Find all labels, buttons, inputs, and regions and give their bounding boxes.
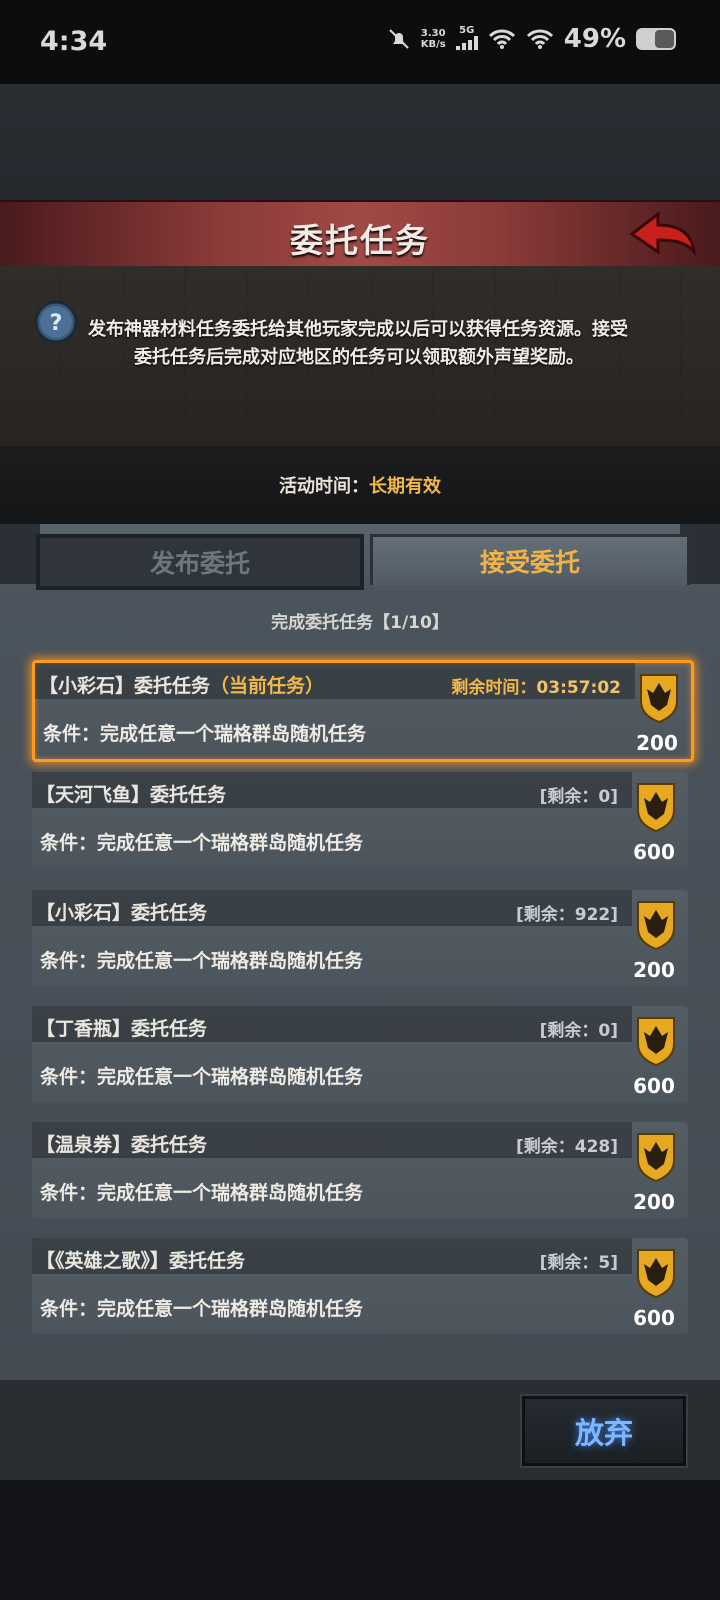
task-name: 【《英雄之歌》】委托任务 (36, 1246, 245, 1273)
reputation-crest-icon (637, 1017, 675, 1066)
net-speed: 3.30 KB/s (421, 28, 446, 50)
task-reward: 200 (633, 958, 675, 982)
task-item[interactable]: 【《英雄之歌》】委托任务 [剩余：5] 条件：完成任意一个瑞格群岛随机任务 60… (32, 1238, 688, 1334)
task-name: 【小彩石】委托任务 (36, 898, 207, 925)
status-bar: 4:34 3.30 KB/s 5G 49% (0, 0, 720, 84)
reputation-crest-icon (637, 1133, 675, 1182)
bottom-area (0, 1480, 720, 1600)
task-item[interactable]: 【小彩石】委托任务（当前任务） 剩余时间：03:57:02 条件：完成任意一个瑞… (32, 660, 694, 762)
task-name: 【丁香瓶】委托任务 (36, 1014, 207, 1041)
remaining-label: 剩余时间： (451, 678, 537, 698)
task-remaining: [剩余：922] (515, 905, 618, 925)
task-reward: 200 (633, 1190, 675, 1214)
panel-edge-left (0, 524, 40, 584)
status-icons: 3.30 KB/s 5G 49% (387, 24, 676, 54)
task-name: 【温泉券】委托任务 (36, 1130, 207, 1157)
reputation-crest-icon (640, 674, 678, 723)
task-item[interactable]: 【丁香瓶】委托任务 [剩余：0] 条件：完成任意一个瑞格群岛随机任务 600 (32, 1006, 688, 1102)
task-remaining: [剩余：0] (539, 1021, 618, 1041)
svg-text:?: ? (50, 311, 63, 336)
tab-accept[interactable]: 接受委托 (370, 534, 690, 585)
task-title: 【《英雄之歌》】委托任务 (36, 1250, 246, 1272)
page-title: 委托任务 (290, 221, 430, 260)
task-condition: 条件：完成任意一个瑞格群岛随机任务 (40, 1066, 364, 1088)
task-item[interactable]: 【天河飞鱼】委托任务 [剩余：0] 条件：完成任意一个瑞格群岛随机任务 600 (32, 772, 688, 868)
task-title: 【丁香瓶】委托任务 (36, 1018, 208, 1040)
help-icon[interactable]: ? (34, 300, 78, 344)
abandon-button[interactable]: 放弃 (522, 1396, 686, 1466)
task-reward: 200 (636, 731, 678, 755)
info-text: 发布神器材料任务委托给其他玩家完成以后可以获得任务资源。接受 委托任务后完成对应… (88, 316, 688, 372)
task-condition: 条件：完成任意一个瑞格群岛随机任务 (40, 1182, 364, 1204)
task-condition: 条件：完成任意一个瑞格群岛随机任务 (43, 723, 367, 745)
tab-publish[interactable]: 发布委托 (36, 534, 364, 590)
task-reward: 600 (633, 1306, 675, 1330)
info-line-2: 委托任务后完成对应地区的任务可以领取额外声望奖励。 (134, 347, 584, 368)
info-line-1: 发布神器材料任务委托给其他玩家完成以后可以获得任务资源。接受 (88, 319, 628, 340)
back-arrow-icon[interactable] (628, 208, 698, 260)
status-time: 4:34 (40, 26, 108, 57)
activity-time-bar: 活动时间：长期有效 (0, 446, 720, 524)
task-remaining: [剩余：428] (515, 1137, 618, 1157)
task-reward: 600 (633, 840, 675, 864)
current-task-tag: （当前任务） (210, 675, 325, 697)
signal-label: 5G (459, 25, 475, 36)
net-speed-unit: KB/s (420, 39, 446, 50)
activity-time: 活动时间：长期有效 (0, 472, 720, 498)
task-condition: 条件：完成任意一个瑞格群岛随机任务 (40, 1298, 364, 1320)
wifi-icon (488, 29, 515, 49)
mute-icon (389, 29, 409, 49)
reputation-crest-icon (637, 783, 675, 832)
task-title: 【小彩石】委托任务 (39, 675, 211, 697)
task-remaining: [剩余：0] (539, 787, 618, 807)
task-name: 【天河飞鱼】委托任务 (36, 780, 226, 807)
task-title: 【小彩石】委托任务 (36, 902, 208, 924)
task-remaining: 剩余时间：03:57:02 (451, 673, 621, 698)
remaining-value: 03:57:02 (536, 678, 621, 698)
task-remaining: [剩余：5] (539, 1253, 618, 1273)
wifi-icon-2 (526, 29, 553, 49)
battery-icon (636, 28, 676, 50)
activity-value: 长期有效 (369, 476, 441, 497)
task-name: 【小彩石】委托任务（当前任务） (39, 671, 324, 698)
reputation-crest-icon (637, 1249, 675, 1298)
task-item[interactable]: 【温泉券】委托任务 [剩余：428] 条件：完成任意一个瑞格群岛随机任务 200 (32, 1122, 688, 1218)
task-title: 【天河飞鱼】委托任务 (36, 784, 227, 806)
cell-signal: 5G (455, 25, 478, 53)
task-condition: 条件：完成任意一个瑞格群岛随机任务 (40, 950, 364, 972)
task-item[interactable]: 【小彩石】委托任务 [剩余：922] 条件：完成任意一个瑞格群岛随机任务 200 (32, 890, 688, 986)
title-bar: 委托任务 (0, 200, 720, 268)
progress-text: 完成委托任务【1/10】 (271, 613, 449, 633)
battery-percent: 49% (563, 24, 626, 54)
task-reward: 600 (633, 1074, 675, 1098)
task-title: 【温泉券】委托任务 (36, 1134, 208, 1156)
signal-bars-icon (455, 36, 478, 50)
net-speed-value: 3.30 (420, 28, 446, 39)
reputation-crest-icon (637, 901, 675, 950)
activity-label: 活动时间： (279, 476, 369, 497)
task-condition: 条件：完成任意一个瑞格群岛随机任务 (40, 832, 364, 854)
